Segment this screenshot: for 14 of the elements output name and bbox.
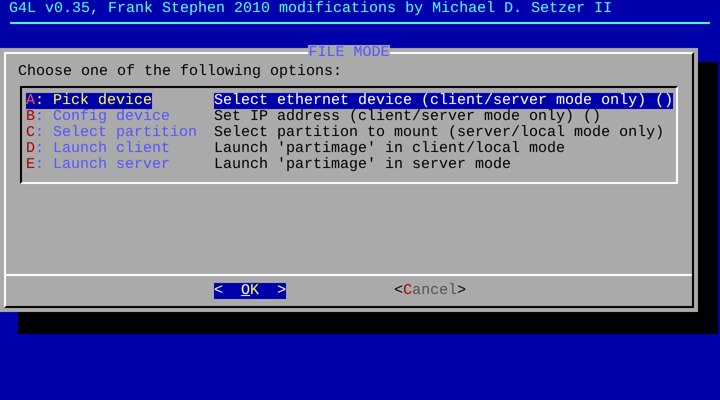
menu-option[interactable]: B: Config device [26, 109, 170, 125]
menu-option[interactable]: A: Pick device [26, 93, 152, 109]
option-description: Launch 'partimage' in server mode [214, 157, 512, 173]
prompt-text: Choose one of the following options: [18, 63, 342, 80]
option-description: Select partition to mount (server/local mode only) [214, 125, 664, 141]
menu-option[interactable]: D: Launch client [26, 141, 170, 157]
backtitle: G4L v0.35, Frank Stephen 2010 modifications by Michael D. Setzer II [9, 0, 612, 17]
option-description: Select ethernet device (client/server mode only) () [214, 93, 674, 109]
dialog-button[interactable]: < OK > [214, 283, 286, 299]
menu-option[interactable]: C: Select partition [26, 125, 198, 141]
option-description: Launch 'partimage' in client/local mode [214, 141, 566, 157]
menu-option[interactable]: E: Launch server [26, 157, 170, 173]
option-description: Set IP address (client/server mode only) () [214, 109, 602, 125]
dialog-button[interactable]: <Cancel> [394, 283, 466, 299]
